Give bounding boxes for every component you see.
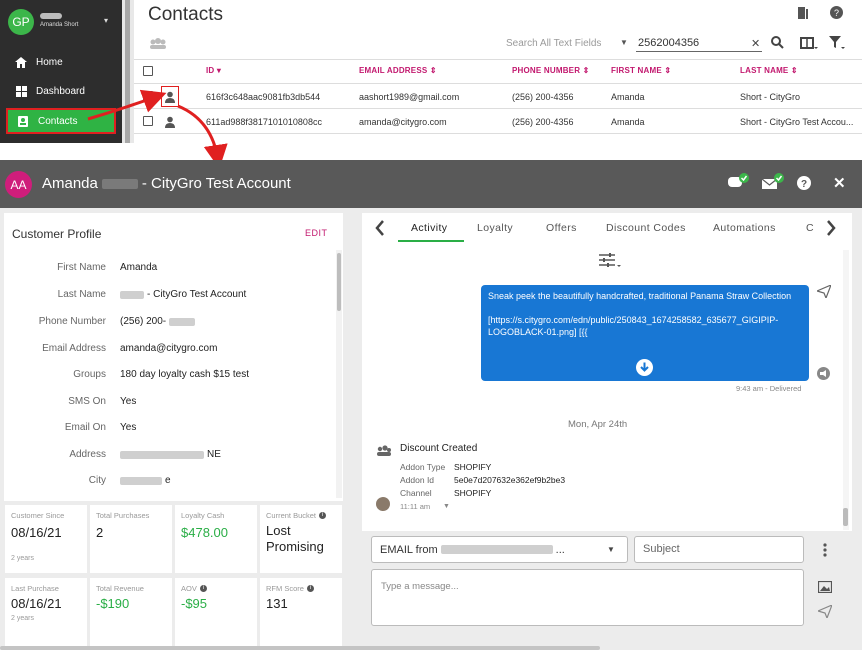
field-label: Email On [64,422,106,433]
svg-text:?: ? [801,179,807,190]
field-label: City [88,475,106,486]
message-text: Sneak peek the beautifully handcrafted, … [488,291,792,301]
tab-loyalty[interactable]: Loyalty [477,222,513,234]
subject-input[interactable]: Subject [634,536,804,563]
event-time: 11:11 am [400,502,431,511]
field-value: Amanda [120,262,158,273]
message-input[interactable]: Type a message... [371,569,804,626]
customer-profile-title: Customer Profile [12,227,102,241]
modal-title: Amanda - CityGro Test Account [42,175,291,192]
event-field-label: Addon Id [400,475,435,485]
event-title: Discount Created [400,443,478,454]
redacted-text [169,317,196,326]
tab-offers[interactable]: Offers [546,222,577,234]
tabs-prev-chevron-icon[interactable] [375,220,385,241]
edit-profile-button[interactable]: EDIT [305,228,328,238]
close-modal-icon[interactable]: ✕ [833,174,846,192]
filter-sliders-icon[interactable] [599,252,623,275]
field-label: Phone Number [38,316,106,327]
active-tab-indicator [398,240,464,242]
contact-avatar: AA [5,171,32,198]
stat-total-revenue: Total Revenue -$190 [90,578,172,646]
event-field-label: Channel [400,488,432,498]
field-value: amanda@citygro.com [120,343,218,354]
field-value: - CityGro Test Account [120,289,246,300]
field-value: Yes [120,422,137,433]
stat-rfm-score: RFM Score i 131 [260,578,342,646]
field-label: SMS On [68,396,106,407]
contact-first-name: Amanda [42,175,98,192]
field-value: Yes [120,396,137,407]
field-label: Groups [73,369,106,380]
event-expand-icon[interactable]: ▼ [443,503,450,510]
info-icon[interactable]: i [319,512,327,519]
image-attach-icon[interactable] [817,580,833,598]
activity-scrollbar-track[interactable] [843,250,849,530]
field-label: First Name [57,262,106,273]
tab-automations[interactable]: Automations [713,222,776,234]
stat-aov: AOV i -$95 [175,578,257,646]
redacted-text [440,545,553,554]
annotation-arrows [87,89,228,169]
event-field-value: SHOPIFY [454,488,492,498]
field-value: 180 day loyalty cash $15 test [120,369,249,380]
date-divider: Mon, Apr 24th [568,419,628,430]
redacted-text [120,450,204,459]
field-value: NE [120,449,221,460]
stat-customer-since: Customer Since 08/16/21 2 years [5,505,87,573]
contact-title-rest: - CityGro Test Account [141,175,291,192]
send-icon[interactable] [816,603,834,623]
event-field-value: 5e0e7d207632e362ef9b2be3 [454,475,566,485]
page-horizontal-scrollbar[interactable] [0,646,600,650]
tabs-next-chevron-icon[interactable] [826,220,836,241]
tab-more[interactable]: C [806,222,814,234]
megaphone-icon [817,367,830,385]
info-icon[interactable]: i [306,585,314,592]
message-meta: 9:43 am - Delivered [736,384,802,393]
email-from-select[interactable]: EMAIL from ... ▼ [371,536,628,563]
stat-current-bucket: Current Bucket i Lost Promising [260,505,342,573]
tab-discount-codes[interactable]: Discount Codes [606,222,686,234]
people-icon [376,444,392,462]
redacted-text [120,290,144,299]
agent-avatar [376,497,390,511]
sent-icon [815,283,833,303]
field-value: e [120,475,171,486]
email-status-icon[interactable] [761,173,786,196]
field-value: (256) 200- [120,316,196,327]
expand-message-icon[interactable] [636,359,653,381]
stat-total-purchases: Total Purchases 2 [90,505,172,573]
info-icon[interactable]: i [199,585,207,592]
redacted-last-name [101,178,138,189]
more-options-icon[interactable] [823,543,827,562]
field-label: Email Address [42,343,106,354]
field-label: Last Name [57,289,106,300]
activity-scrollbar-thumb[interactable] [843,508,848,526]
profile-scrollbar-thumb[interactable] [337,253,341,311]
redacted-text [120,476,162,485]
tab-activity[interactable]: Activity [411,222,447,234]
stat-last-purchase: Last Purchase 08/16/21 2 years [5,578,87,646]
event-field-value: SHOPIFY [454,462,492,472]
modal-help-icon[interactable]: ? [797,176,811,195]
dropdown-caret-icon: ▼ [607,545,615,554]
event-field-label: Addon Type [400,462,446,472]
message-link-text: [https://s.citygro.com/edn/public/250843… [488,315,779,337]
field-label: Address [69,449,106,460]
stat-loyalty-cash: Loyalty Cash $478.00 [175,505,257,573]
sms-status-icon[interactable] [728,173,750,196]
